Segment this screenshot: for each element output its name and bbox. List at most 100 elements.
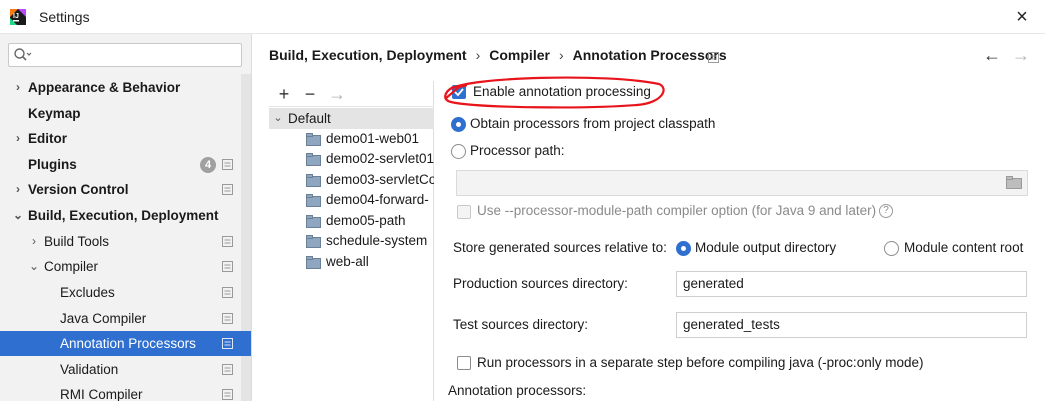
obtain-from-classpath-label[interactable]: Obtain processors from project classpath <box>470 116 715 131</box>
breadcrumb: Build, Execution, Deployment › Compiler › An… <box>269 47 727 63</box>
processor-path-radio[interactable] <box>451 144 466 159</box>
chevron-right-icon: › <box>16 131 20 145</box>
obtain-from-classpath-radio[interactable] <box>451 117 466 132</box>
sidebar-item-annotation-processors[interactable]: Annotation Processors <box>0 331 251 356</box>
test-sources-directory-input[interactable]: generated_tests <box>676 312 1027 338</box>
sidebar-item-rmi-compiler[interactable]: RMI Compiler <box>0 382 240 401</box>
search-icon <box>14 48 32 61</box>
module-folder-icon <box>306 194 321 207</box>
add-profile-button[interactable]: + <box>273 83 295 105</box>
search-input[interactable] <box>35 46 235 64</box>
module-folder-icon <box>306 256 321 269</box>
settings-sidebar: › Appearance & Behavior Keymap › Editor … <box>0 34 252 401</box>
sidebar-item-build-execution-deployment[interactable]: ⌄ Build, Execution, Deployment <box>0 203 240 228</box>
sidebar-item-version-control[interactable]: › Version Control <box>0 177 240 202</box>
module-label: demo05-path <box>326 213 406 228</box>
profile-default[interactable]: ⌄ Default <box>269 108 434 129</box>
breadcrumb-item[interactable]: Build, Execution, Deployment <box>269 47 467 63</box>
sidebar-item-java-compiler[interactable]: Java Compiler <box>0 306 240 331</box>
sidebar-item-label: Editor <box>28 131 67 146</box>
use-processor-module-path-label: Use --processor-module-path compiler opt… <box>477 203 877 218</box>
annotation-processors-heading: Annotation processors: <box>448 383 587 398</box>
module-folder-icon <box>306 153 321 166</box>
breadcrumb-separator: › <box>558 47 564 63</box>
close-button[interactable]: × <box>1008 4 1036 30</box>
run-separate-step-label[interactable]: Run processors in a separate step before… <box>477 355 923 370</box>
profiles-toolbar: + − → <box>269 81 434 107</box>
module-item[interactable]: demo04-forward- <box>306 190 434 210</box>
title-bar: IJ Settings × <box>0 0 1045 34</box>
sidebar-item-keymap[interactable]: Keymap <box>0 101 240 126</box>
sidebar-item-compiler[interactable]: ⌄ Compiler <box>0 254 240 279</box>
module-output-directory-radio[interactable] <box>676 241 691 256</box>
window-title: Settings <box>39 9 90 25</box>
sidebar-item-label: Plugins <box>28 157 77 172</box>
project-level-icon <box>222 184 233 195</box>
store-generated-sources-label: Store generated sources relative to: <box>453 240 667 255</box>
help-icon[interactable]: ? <box>879 204 893 218</box>
module-item[interactable]: web-all <box>306 252 434 272</box>
sidebar-item-label: Java Compiler <box>60 311 147 326</box>
remove-profile-button[interactable]: − <box>299 83 321 105</box>
browse-folder-icon[interactable] <box>1006 176 1022 189</box>
sidebar-item-validation[interactable]: Validation <box>0 357 240 382</box>
chevron-down-icon: ⌄ <box>12 208 24 222</box>
chevron-down-icon: ⌄ <box>28 259 40 273</box>
plugins-update-badge: 4 <box>200 157 216 173</box>
sidebar-item-label: Compiler <box>44 259 99 274</box>
module-item[interactable]: demo02-servlet01 <box>306 149 434 169</box>
use-processor-module-path-checkbox[interactable] <box>457 205 471 219</box>
intellij-app-icon: IJ <box>10 9 26 25</box>
run-separate-step-checkbox[interactable] <box>457 356 471 370</box>
sidebar-item-appearance-behavior[interactable]: › Appearance & Behavior <box>0 75 240 100</box>
module-label: demo04-forward- <box>326 192 429 207</box>
project-level-icon <box>222 338 233 349</box>
project-level-icon <box>708 52 719 63</box>
sidebar-item-label: Appearance & Behavior <box>28 80 181 95</box>
module-label: demo01-web01 <box>326 131 420 146</box>
sidebar-item-excludes[interactable]: Excludes <box>0 280 240 305</box>
sidebar-item-label: Validation <box>60 362 119 377</box>
module-content-root-radio[interactable] <box>884 241 899 256</box>
profile-label: Default <box>288 111 331 126</box>
project-level-icon <box>222 159 233 170</box>
sidebar-item-label: Build Tools <box>44 234 110 249</box>
module-content-root-label[interactable]: Module content root <box>904 240 1023 255</box>
search-field[interactable] <box>8 43 242 67</box>
processor-path-field[interactable] <box>456 170 1028 196</box>
chevron-right-icon: › <box>32 234 36 248</box>
module-folder-icon <box>306 133 321 146</box>
project-level-icon <box>222 313 233 324</box>
project-level-icon <box>222 287 233 298</box>
test-sources-directory-label: Test sources directory: <box>453 317 589 332</box>
module-label: schedule-system <box>326 233 428 248</box>
sidebar-item-label: Build, Execution, Deployment <box>28 208 219 223</box>
chevron-right-icon: › <box>16 80 20 94</box>
project-level-icon <box>222 364 233 375</box>
project-level-icon <box>222 261 233 272</box>
module-output-directory-label[interactable]: Module output directory <box>695 240 836 255</box>
sidebar-item-plugins[interactable]: Plugins 4 <box>0 152 240 177</box>
module-item[interactable]: demo01-web01 <box>306 129 434 149</box>
move-to-profile-button[interactable]: → <box>326 83 348 105</box>
back-arrow-button[interactable]: ← <box>982 45 1002 65</box>
sidebar-item-editor[interactable]: › Editor <box>0 126 240 151</box>
processor-path-label[interactable]: Processor path: <box>470 143 565 158</box>
module-label: demo02-servlet01 <box>326 151 434 166</box>
svg-text:IJ: IJ <box>13 13 19 20</box>
sidebar-item-label: Version Control <box>28 182 129 197</box>
forward-arrow-button[interactable]: → <box>1011 45 1031 65</box>
sidebar-item-build-tools[interactable]: › Build Tools <box>0 229 240 254</box>
module-label: web-all <box>326 254 369 269</box>
sidebar-item-label: Annotation Processors <box>60 336 196 351</box>
chevron-right-icon: › <box>16 182 20 196</box>
breadcrumb-separator: › <box>475 47 481 63</box>
profiles-panel: + − → ⌄ Default demo01-web01 demo02-serv… <box>269 81 434 401</box>
module-item[interactable]: demo03-servletConfig <box>306 170 434 190</box>
chevron-down-icon: ⌄ <box>273 112 283 124</box>
breadcrumb-item-current: Annotation Processors <box>572 47 727 63</box>
production-sources-directory-input[interactable]: generated <box>676 271 1027 297</box>
breadcrumb-item[interactable]: Compiler <box>489 47 550 63</box>
module-item[interactable]: demo05-path <box>306 211 434 231</box>
module-item[interactable]: schedule-system <box>306 231 434 251</box>
